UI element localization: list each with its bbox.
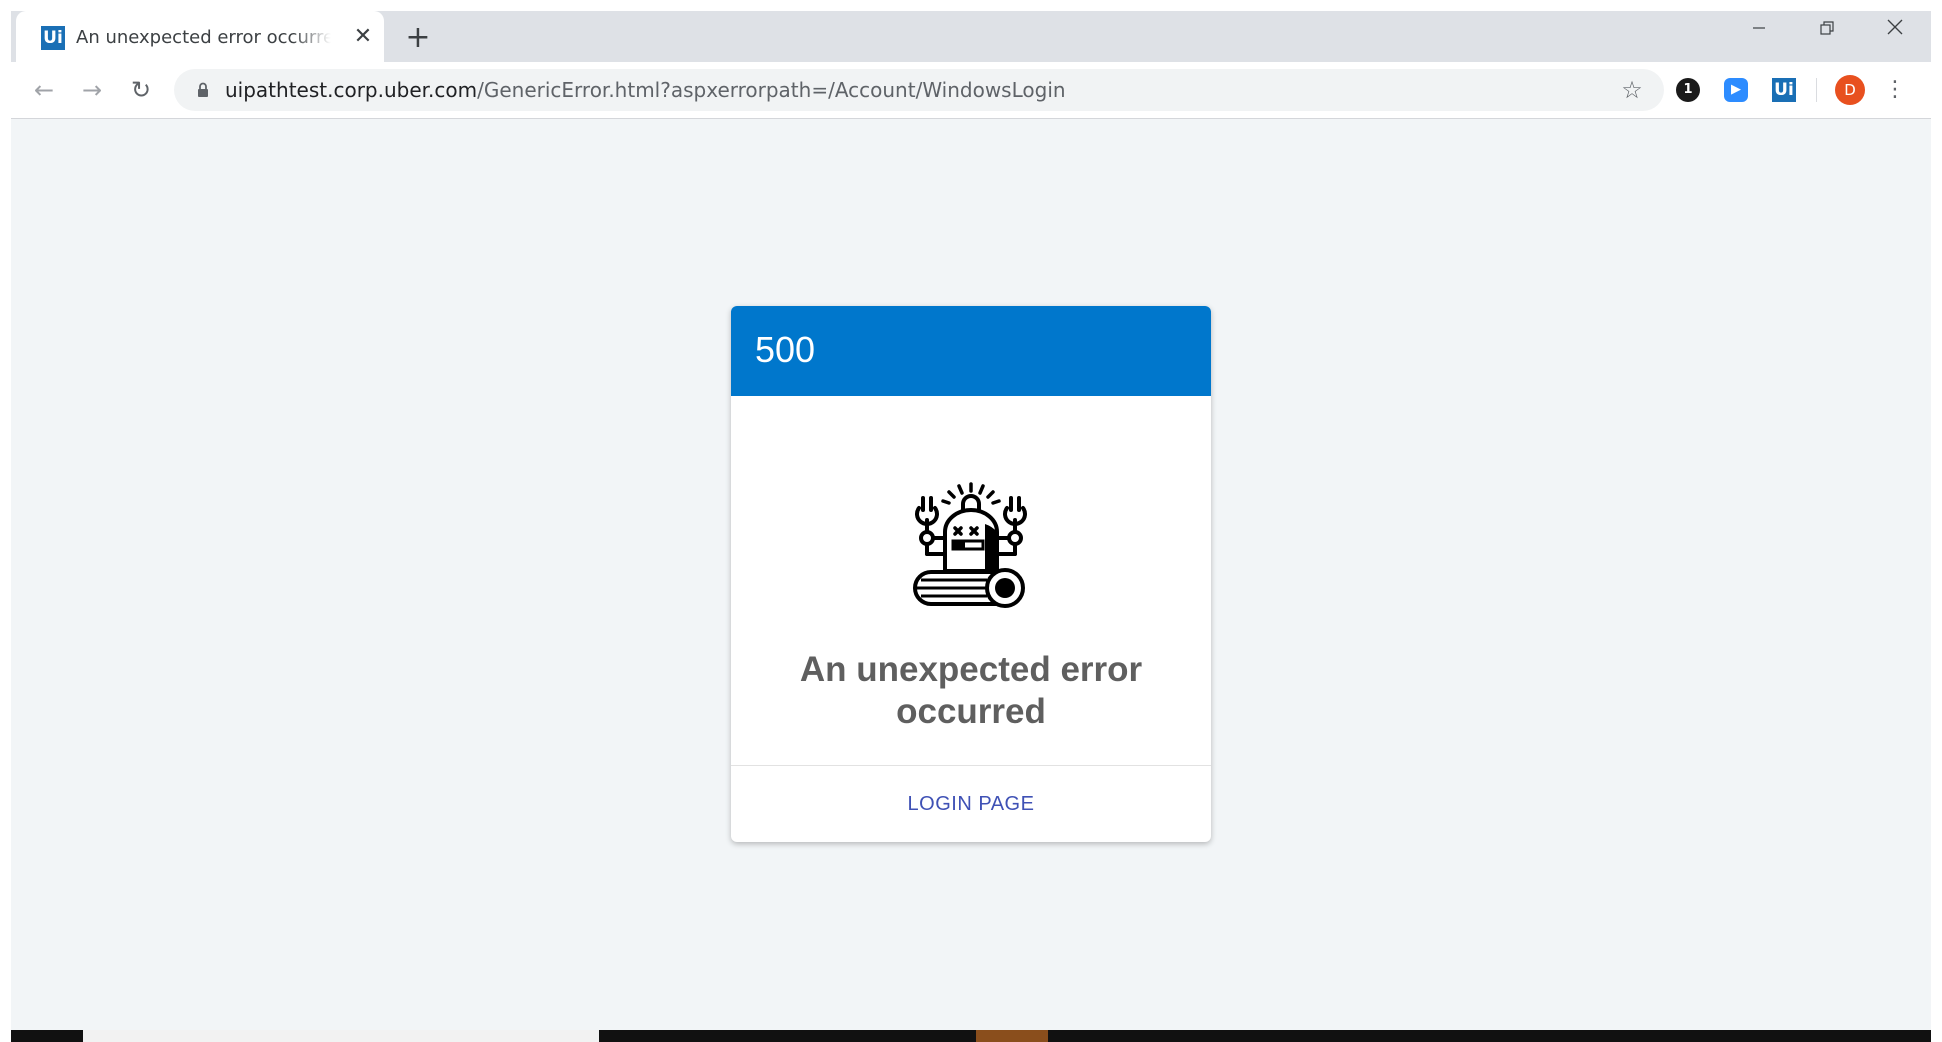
error-card: 500 An unexpected error occurred LOGIN P…	[731, 306, 1211, 842]
browser-window: Ui An unexpected error occurred (500) ✕ …	[11, 11, 1931, 1042]
tab-strip: Ui An unexpected error occurred (500) ✕ …	[11, 11, 1931, 62]
url-path: /GenericError.html?aspxerrorpath=/Accoun…	[477, 78, 1066, 102]
close-window-button[interactable]	[1861, 11, 1929, 51]
url-host: uipathtest.corp.uber.com	[225, 78, 478, 102]
minimize-icon	[1753, 27, 1765, 29]
taskbar-search-box[interactable]	[83, 1030, 599, 1042]
url-text[interactable]: uipathtest.corp.uber.com/GenericError.ht…	[225, 69, 1066, 111]
zoom-extension-icon[interactable]: ▶	[1724, 78, 1748, 102]
restore-icon	[1820, 21, 1834, 35]
tab-active[interactable]: Ui An unexpected error occurred (500) ✕	[16, 11, 384, 62]
forward-arrow-icon[interactable]: →	[78, 76, 106, 104]
error-message: An unexpected error occurred	[799, 650, 1143, 731]
close-icon	[1887, 19, 1903, 35]
uipath-extension-icon[interactable]: Ui	[1772, 78, 1796, 102]
browser-menu-icon[interactable]: ⋮	[1884, 76, 1906, 104]
minimize-window-button[interactable]	[1725, 11, 1793, 51]
error-code: 500	[755, 329, 816, 370]
restore-window-button[interactable]	[1793, 11, 1861, 51]
browser-toolbar: ← → ↻ uipathtest.corp.uber.com/GenericEr…	[11, 62, 1931, 119]
taskbar	[11, 1030, 1931, 1042]
back-arrow-icon[interactable]: ←	[30, 76, 58, 104]
tab-close-icon[interactable]: ✕	[351, 25, 375, 49]
address-bar[interactable]: uipathtest.corp.uber.com/GenericError.ht…	[174, 69, 1664, 111]
reload-icon[interactable]: ↻	[127, 76, 155, 104]
toolbar-separator	[1816, 78, 1817, 102]
broken-robot-icon	[913, 482, 1027, 608]
new-tab-button[interactable]: +	[404, 23, 432, 53]
error-card-header: 500	[731, 306, 1211, 396]
bookmark-star-icon[interactable]: ☆	[1618, 76, 1646, 104]
lock-icon[interactable]	[197, 82, 209, 98]
tab-title: An unexpected error occurred (500)	[76, 27, 331, 48]
taskbar-app-button[interactable]	[976, 1030, 1048, 1042]
login-page-link[interactable]: LOGIN PAGE	[731, 766, 1211, 842]
profile-avatar[interactable]: D	[1835, 75, 1865, 105]
onepassword-extension-icon[interactable]: 1	[1676, 78, 1700, 102]
page-content: 500 An unexpected error occurred LOGIN P…	[11, 119, 1931, 1033]
uipath-favicon-icon: Ui	[41, 26, 65, 50]
